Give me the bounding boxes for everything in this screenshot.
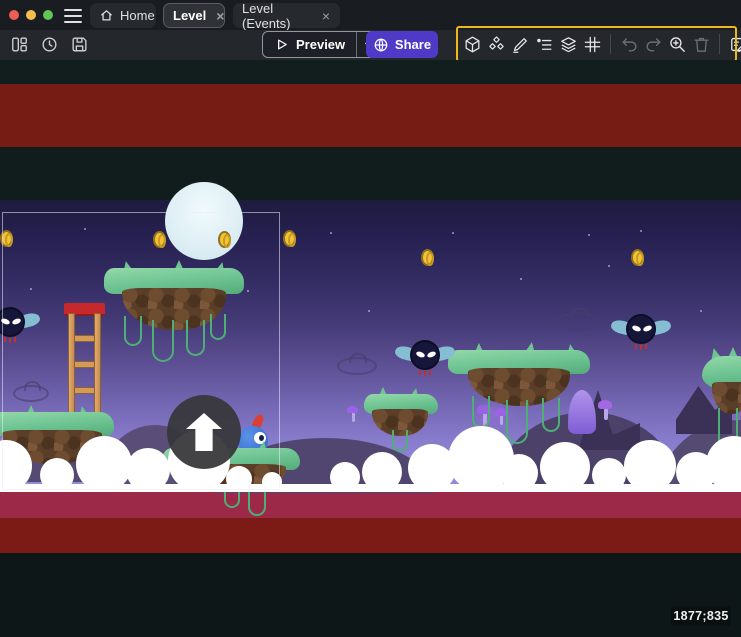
zoom-in-icon[interactable] bbox=[666, 32, 688, 56]
scene-properties-icon[interactable] bbox=[727, 32, 741, 56]
up-arrow-icon bbox=[186, 413, 222, 451]
tab-label: Level bbox=[173, 8, 206, 23]
preview-label: Preview bbox=[296, 37, 345, 52]
undo-icon[interactable] bbox=[618, 32, 640, 56]
toolbar-left-icons bbox=[8, 32, 90, 56]
bottom-black-band bbox=[0, 553, 741, 637]
ground-crimson-band bbox=[0, 490, 741, 518]
project-manager-icon[interactable] bbox=[8, 32, 30, 56]
tab-label: Level (Events) bbox=[242, 1, 312, 31]
preview-button-main[interactable]: Preview bbox=[263, 32, 356, 57]
cursor-coordinates-badge: 1877;835 bbox=[671, 606, 731, 626]
traffic-light-minimize-button[interactable] bbox=[26, 10, 36, 20]
cloud bbox=[624, 440, 676, 492]
tab-close-icon[interactable]: × bbox=[215, 9, 225, 23]
cloud bbox=[592, 458, 626, 492]
jump-control-button-sprite[interactable] bbox=[167, 395, 241, 469]
layers-icon[interactable] bbox=[557, 32, 579, 56]
cloud bbox=[362, 452, 402, 492]
scene-editor-canvas[interactable]: 1877;835 bbox=[0, 60, 741, 637]
cloud bbox=[500, 454, 538, 492]
tab-level[interactable]: Level × bbox=[163, 3, 225, 28]
app-window: Home Level × Level (Events) × bbox=[0, 0, 741, 637]
preview-button[interactable]: Preview bbox=[262, 31, 380, 58]
selection-rectangle[interactable] bbox=[2, 212, 280, 490]
traffic-light-close-button[interactable] bbox=[9, 10, 19, 20]
traffic-light-zoom-button[interactable] bbox=[43, 10, 53, 20]
tab-level-events[interactable]: Level (Events) × bbox=[233, 3, 340, 28]
share-button[interactable]: Share bbox=[366, 31, 438, 58]
home-icon bbox=[99, 8, 114, 23]
grid-icon[interactable] bbox=[581, 32, 603, 56]
cloud bbox=[330, 462, 360, 492]
scene-edit-toolbar bbox=[461, 31, 741, 57]
cloud bbox=[540, 442, 590, 492]
edit-pencil-icon[interactable] bbox=[509, 32, 531, 56]
delete-trash-icon[interactable] bbox=[690, 32, 712, 56]
globe-icon bbox=[373, 37, 389, 53]
3d-box-icon[interactable] bbox=[461, 32, 483, 56]
history-icon[interactable] bbox=[38, 32, 60, 56]
share-label: Share bbox=[395, 37, 431, 52]
instances-list-icon[interactable] bbox=[533, 32, 555, 56]
save-icon[interactable] bbox=[68, 32, 90, 56]
hamburger-menu-icon[interactable] bbox=[64, 9, 82, 23]
tab-label: Home bbox=[120, 8, 155, 23]
tab-close-icon[interactable]: × bbox=[321, 9, 331, 23]
tab-home[interactable]: Home bbox=[90, 3, 156, 28]
redo-icon[interactable] bbox=[642, 32, 664, 56]
play-icon bbox=[274, 37, 289, 52]
objects-group-icon[interactable] bbox=[485, 32, 507, 56]
ground-red-band bbox=[0, 518, 741, 553]
titlebar: Home Level × Level (Events) × bbox=[0, 0, 741, 30]
